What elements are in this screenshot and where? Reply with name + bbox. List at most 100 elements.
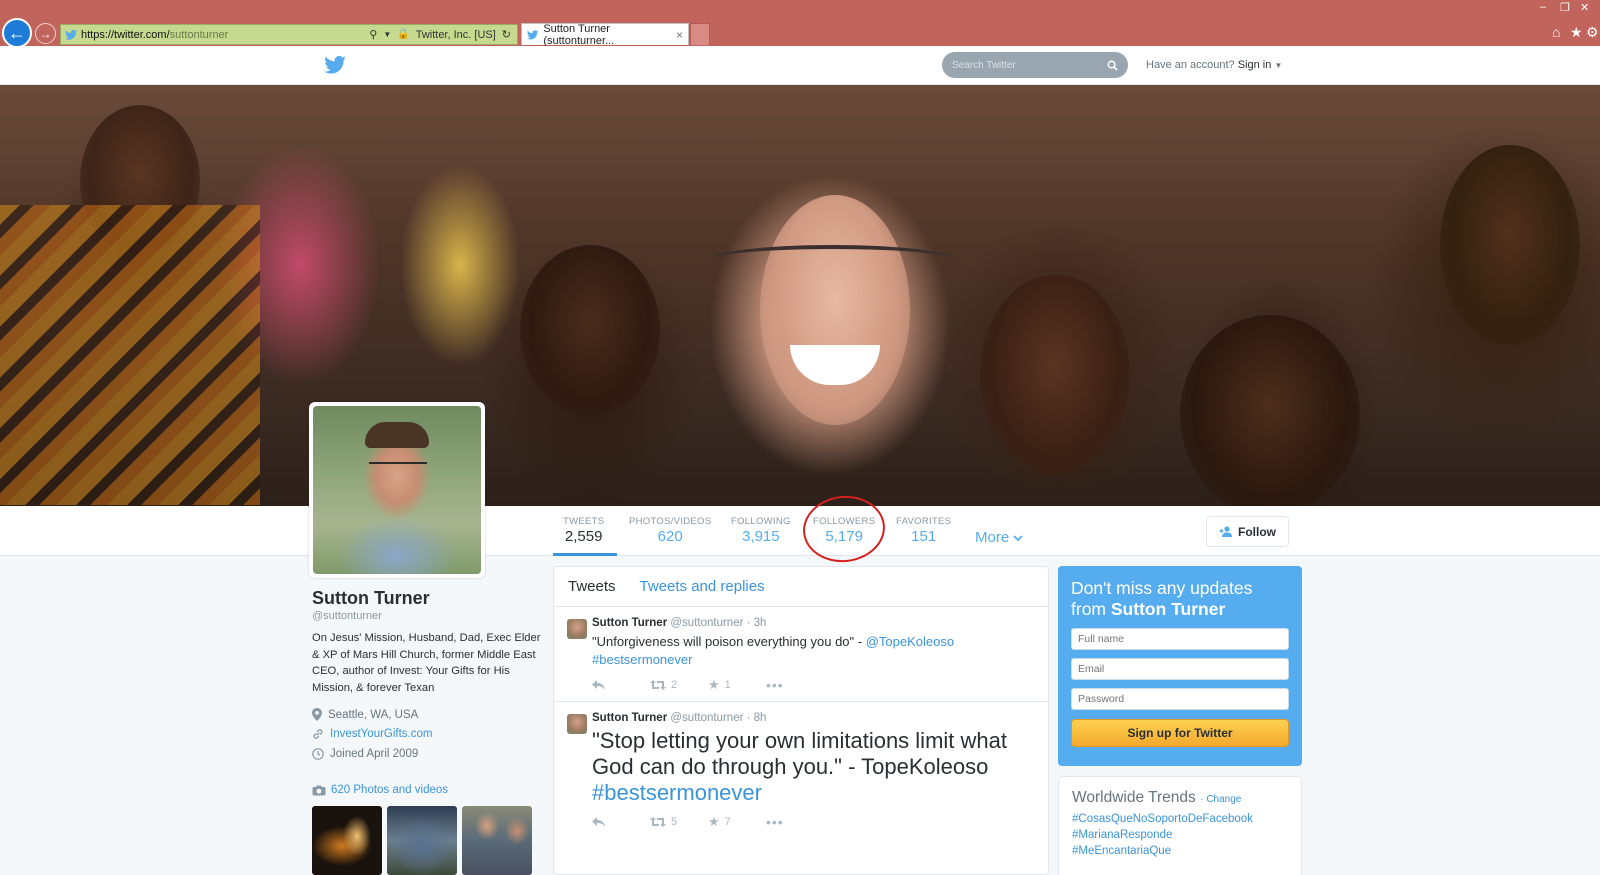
lock-icon[interactable]: 🔒 — [397, 29, 409, 40]
address-bar[interactable]: https://twitter.com/suttonturner ⚲ ▼ 🔒 T… — [60, 24, 518, 45]
stat-label: FAVORITES — [896, 516, 952, 527]
favorite-count: 7 — [724, 816, 731, 828]
close-window-icon[interactable]: ✕ — [1580, 1, 1589, 14]
twitter-bird-logo-icon[interactable] — [324, 56, 346, 74]
chevron-down-icon — [1013, 535, 1023, 542]
more-options-button[interactable]: ••• — [766, 677, 824, 693]
tweet-text: "Stop letting your own limitations limit… — [592, 728, 1036, 806]
reply-button[interactable] — [592, 817, 650, 827]
more-dropdown[interactable]: More — [975, 529, 1023, 546]
stat-value: 3,915 — [742, 528, 780, 545]
profile-handle[interactable]: @suttonturner — [312, 610, 382, 622]
signup-title: Don't miss any updates from Sutton Turne… — [1071, 578, 1289, 620]
avatar-photo — [313, 406, 481, 574]
have-account-text: Have an account? — [1146, 59, 1235, 71]
close-tab-icon[interactable]: × — [676, 28, 683, 42]
tweet-actions: 5 ★ 7 ••• — [592, 814, 1036, 830]
reply-button[interactable] — [592, 680, 650, 690]
forward-button[interactable]: → — [35, 23, 56, 44]
tweet-body: "Unforgiveness will poison everything yo… — [592, 634, 866, 649]
location-row: Seattle, WA, USA — [312, 708, 418, 721]
browser-chrome: ← → https://twitter.com/suttonturner ⚲ ▼… — [0, 0, 1600, 48]
joined-row: Joined April 2009 — [312, 748, 418, 760]
star-icon[interactable]: ★ — [1570, 24, 1583, 41]
media-thumbnail[interactable] — [312, 806, 382, 875]
tweet-author-handle[interactable]: @suttonturner — [670, 712, 743, 724]
tweet-author-name[interactable]: Sutton Turner — [592, 712, 667, 724]
browser-tab[interactable]: Sutton Turner (suttonturner... × — [521, 23, 689, 47]
new-tab-button[interactable] — [690, 23, 710, 45]
trends-list: #CosasQueNoSoportoDeFacebook #MarianaRes… — [1072, 813, 1288, 857]
more-label: More — [975, 529, 1010, 546]
twitter-favicon-icon — [64, 29, 77, 41]
tweet-author-name[interactable]: Sutton Turner — [592, 617, 667, 629]
avatar[interactable] — [309, 402, 485, 578]
media-thumbnail[interactable] — [462, 806, 532, 875]
stat-following[interactable]: FOLLOWING 3,915 — [731, 516, 791, 545]
stat-tweets[interactable]: TWEETS 2,559 — [563, 516, 604, 545]
tweet-hashtag-link[interactable]: #bestsermonever — [592, 652, 692, 667]
active-tab-underline — [553, 553, 617, 556]
search-icon[interactable]: ⚲ — [369, 28, 377, 41]
tweets-timeline: Tweets Tweets and replies Sutton Turner … — [553, 566, 1049, 875]
search-input[interactable]: Search Twitter — [942, 52, 1128, 78]
trends-change-link[interactable]: · Change — [1200, 794, 1241, 805]
signup-button[interactable]: Sign up for Twitter — [1071, 719, 1289, 747]
tweet-avatar[interactable] — [567, 714, 587, 734]
trend-item[interactable]: #MarianaResponde — [1072, 829, 1288, 841]
media-thumbnail[interactable] — [387, 806, 457, 875]
minimize-icon[interactable]: – — [1540, 1, 1546, 13]
location-text: Seattle, WA, USA — [328, 708, 419, 721]
retweet-button[interactable]: 2 — [650, 679, 708, 691]
retweet-button[interactable]: 5 — [650, 816, 708, 828]
search-icon[interactable] — [1107, 60, 1118, 71]
full-name-field[interactable] — [1071, 628, 1289, 650]
stat-photos-videos[interactable]: PHOTOS/VIDEOS 620 — [629, 516, 711, 545]
sign-in-link[interactable]: Sign in — [1238, 59, 1272, 71]
tweet-mention-link[interactable]: @TopeKoleoso — [866, 634, 954, 649]
settings-gear-icon[interactable]: ⚙ — [1586, 24, 1599, 41]
tweet-timestamp[interactable]: · 8h — [747, 712, 767, 724]
dropdown-arrow-icon[interactable]: ▼ — [383, 30, 391, 39]
tweet-avatar[interactable] — [567, 619, 587, 639]
email-field[interactable] — [1071, 658, 1289, 680]
favorite-button[interactable]: ★ 7 — [708, 814, 766, 830]
stat-favorites[interactable]: FAVORITES 151 — [896, 516, 951, 545]
home-icon[interactable]: ⌂ — [1552, 24, 1560, 40]
twitter-favicon-icon — [527, 29, 539, 39]
tweet-hashtag-link[interactable]: #bestsermonever — [592, 780, 762, 805]
tweet-actions: 2 ★ 1 ••• — [592, 677, 1036, 693]
photos-videos-link[interactable]: 620 Photos and videos — [312, 784, 448, 796]
star-icon: ★ — [708, 677, 720, 692]
tab-tweets-and-replies[interactable]: Tweets and replies — [640, 578, 765, 595]
ellipsis-icon: ••• — [766, 814, 784, 830]
tweet-timestamp[interactable]: · 3h — [747, 617, 767, 629]
arrow-left-icon: ← — [8, 22, 26, 43]
website-link[interactable]: InvestYourGifts.com — [330, 728, 432, 740]
profile-name[interactable]: Sutton Turner — [312, 588, 430, 609]
password-field[interactable] — [1071, 688, 1289, 710]
stat-value: 151 — [911, 528, 937, 545]
back-button[interactable]: ← — [2, 18, 32, 48]
signup-title-name: Sutton Turner — [1110, 599, 1226, 619]
follow-button[interactable]: Follow — [1206, 516, 1289, 547]
tweet-item[interactable]: Sutton Turner @suttonturner · 8h "Stop l… — [554, 702, 1048, 838]
restore-icon[interactable]: ❐ — [1560, 1, 1570, 14]
trend-item[interactable]: #MeEncantariaQue — [1072, 845, 1288, 857]
camera-icon — [312, 785, 326, 795]
favorite-button[interactable]: ★ 1 — [708, 677, 766, 693]
url-text: https://twitter.com/ — [81, 28, 170, 41]
trend-item[interactable]: #CosasQueNoSoportoDeFacebook — [1072, 813, 1288, 825]
tweet-author-handle[interactable]: @suttonturner — [670, 617, 743, 629]
tweet-item[interactable]: Sutton Turner @suttonturner · 3h "Unforg… — [554, 607, 1048, 702]
more-options-button[interactable]: ••• — [766, 814, 824, 830]
tweet-body: "Stop letting your own limitations limit… — [592, 728, 1007, 779]
clock-icon — [312, 748, 324, 760]
trends-title: Worldwide Trends — [1072, 789, 1196, 806]
refresh-icon[interactable]: ↻ — [502, 28, 511, 41]
site-identity[interactable]: Twitter, Inc. [US] — [416, 29, 496, 41]
tab-tweets[interactable]: Tweets — [568, 578, 616, 595]
caret-down-icon[interactable]: ▼ — [1274, 61, 1282, 70]
reply-icon — [592, 680, 605, 690]
photos-videos-label: 620 Photos and videos — [331, 784, 449, 796]
